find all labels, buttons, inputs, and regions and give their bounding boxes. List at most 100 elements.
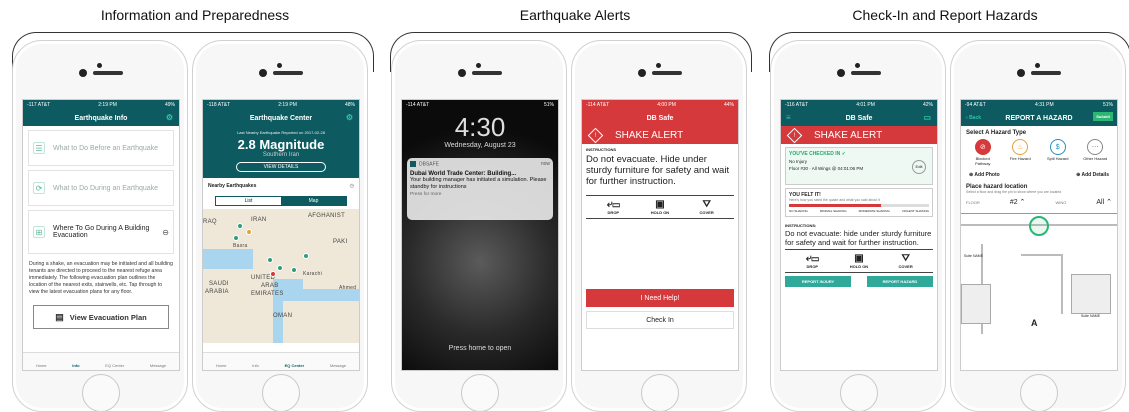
camera [458, 69, 466, 77]
tab-eq-center[interactable]: EQ Center [285, 363, 305, 368]
wing-picker[interactable]: All ⌃ [1096, 198, 1112, 206]
map-label: RAQ [203, 219, 217, 225]
carrier: -114 AT&T [406, 102, 430, 108]
status-bar: -114 AT&T 4:00 PM 44% [582, 100, 738, 110]
warning-icon: ! [587, 127, 604, 143]
nearby-title: Nearby Earthquakes [208, 183, 257, 189]
info-item-before[interactable]: ☰ What to Do Before an Earthquake [28, 130, 174, 166]
report-buttons: REPORT INJURY REPORT HAZARD [781, 273, 937, 290]
quake-marker[interactable] [237, 223, 243, 229]
felt-it-card: YOU FELT IT! Here's how you rated the qu… [785, 188, 933, 217]
cover-action: ⛛ COVER [688, 199, 726, 215]
need-help-button[interactable]: I Need Help! [586, 289, 734, 307]
hazard-label: Spill Hazard [1046, 156, 1069, 161]
evacuation-text: During a shake, an evacuation may be ini… [29, 261, 173, 295]
quake-marker[interactable] [277, 265, 283, 271]
home-button[interactable] [461, 374, 499, 411]
add-row: ⊕ Add Photo ⊕ Add Details [961, 169, 1117, 181]
report-injury-button[interactable]: REPORT INJURY [785, 276, 851, 287]
phone-earthquake-center: -118 AT&T 2:19 PM 48% Earthquake Center … [192, 40, 368, 412]
battery: 49% [164, 102, 175, 108]
battery: 44% [723, 102, 734, 108]
hazard-blocked[interactable]: ⊘ Blocked Pathway [968, 139, 998, 166]
hazard-label: Fire Hazard [1009, 156, 1031, 161]
map-label: AFGHANIST [308, 213, 346, 219]
settings-icon[interactable]: ⚙ [166, 113, 173, 122]
view-details-button[interactable]: VIEW DETAILS [236, 162, 326, 172]
edit-button[interactable]: Edit [912, 160, 926, 174]
segment-list[interactable]: List [216, 197, 281, 205]
quake-marker[interactable] [303, 253, 309, 259]
info-item-evacuation[interactable]: ⊞ Where To Go During A Building Evacuati… [28, 210, 174, 254]
hold-on-icon: ▣ [655, 199, 665, 210]
submit-button[interactable]: Submit [1093, 112, 1113, 121]
map-label: Basra [233, 243, 248, 249]
action-row: ⤶▭ DROP ▣ HOLD ON ⛛ COVER [785, 249, 933, 273]
quake-location: Southern Iran [262, 152, 300, 158]
home-button[interactable] [641, 374, 679, 411]
page-title: DB Safe [845, 114, 873, 122]
home-button[interactable] [1020, 374, 1058, 411]
instruction-text: Do not evacuate: hide under sturdy furni… [785, 229, 932, 247]
segment-map[interactable]: Map [281, 197, 346, 205]
check-in-button[interactable]: Check In [586, 311, 734, 329]
report-hazard-button[interactable]: REPORT HAZARD [867, 276, 933, 287]
list-icon: ☰ [33, 142, 45, 154]
selected-quake-pin[interactable] [270, 271, 276, 277]
list-map-toggle: List Map [215, 196, 347, 206]
chat-icon[interactable]: ▭ [923, 113, 931, 122]
wall [961, 284, 991, 324]
quake-marker[interactable] [291, 267, 297, 273]
notif-body: Your building manager has initiated a si… [410, 177, 547, 190]
menu-icon[interactable]: ≡ [786, 113, 791, 122]
tab-home[interactable]: Home [216, 363, 227, 368]
warning-icon: ! [786, 127, 803, 143]
tab-message[interactable]: Message [330, 363, 346, 368]
floor-picker[interactable]: #2 ⌃ [1010, 198, 1026, 206]
home-button[interactable] [840, 374, 878, 411]
map-label: Ahmed [339, 285, 357, 291]
hazard-other[interactable]: ⋯ Other Hazard [1080, 139, 1110, 166]
screen: -116 AT&T 4:01 PM 42% ≡ DB Safe ▭ ! SHAK… [780, 99, 938, 371]
cover-icon: ⛛ [901, 253, 910, 264]
hazard-label: Blocked Pathway [975, 156, 991, 166]
hazard-pin[interactable] [1029, 216, 1049, 236]
instructions-label: INSTRUCTIONS: [785, 223, 817, 228]
hazard-fire[interactable]: ♨ Fire Hazard [1005, 139, 1035, 166]
add-details-button[interactable]: ⊕ Add Details [1076, 172, 1109, 178]
press-home-hint: Press home to open [448, 345, 512, 352]
quake-marker[interactable] [246, 229, 252, 235]
info-item-during[interactable]: ⟳ What to Do During an Earthquake [28, 170, 174, 206]
quake-marker[interactable] [267, 257, 273, 263]
tab-info[interactable]: Info [72, 363, 79, 368]
collapse-icon[interactable]: ⊖ [162, 228, 169, 237]
action-label: DROP [607, 210, 620, 215]
tab-eq-center[interactable]: EQ Center [105, 363, 124, 368]
shake-alert-banner: ! SHAKE ALERT [781, 126, 937, 144]
home-button[interactable] [82, 374, 120, 411]
push-notification[interactable]: DBSAFE now Dubai World Trade Center: Bui… [407, 158, 553, 220]
floor-plan[interactable]: Suite NAME Suite NAME A [961, 213, 1117, 334]
earthquake-map[interactable]: IRAN AFGHANIST RAQ PAKI Basra SAUDI ARAB… [203, 209, 359, 343]
floor-info: Floor #30 · All Wings @ 04:01:06 PM [789, 166, 864, 171]
shaking-scale [789, 204, 929, 207]
home-button[interactable] [262, 374, 300, 411]
map-label: ARABIA [205, 289, 229, 295]
plan-label: Suite NAME [1081, 314, 1101, 318]
quake-marker[interactable] [233, 235, 239, 241]
tab-message[interactable]: Message [150, 363, 166, 368]
hazard-spill[interactable]: $ Spill Hazard [1043, 139, 1073, 166]
latest-quake-card: Last Nearby Earthquake Reported on 2017-… [203, 126, 359, 178]
speaker [273, 71, 303, 75]
wall [1021, 254, 1061, 256]
add-photo-button[interactable]: ⊕ Add Photo [969, 172, 1000, 178]
clock: 4:01 PM [856, 102, 875, 108]
tab-home[interactable]: Home [36, 363, 47, 368]
tab-info[interactable]: Info [252, 363, 259, 368]
carrier: -114 AT&T [586, 102, 610, 108]
phone-shake-alert: -114 AT&T 4:00 PM 44% DB Safe ! SHAKE AL… [571, 40, 747, 412]
view-evacuation-plan-button[interactable]: ▤ View Evacuation Plan [33, 305, 169, 329]
settings-icon[interactable]: ⚙ [346, 113, 353, 122]
blocked-icon: ⊘ [974, 139, 991, 155]
back-button[interactable]: ‹ Back [966, 115, 981, 121]
